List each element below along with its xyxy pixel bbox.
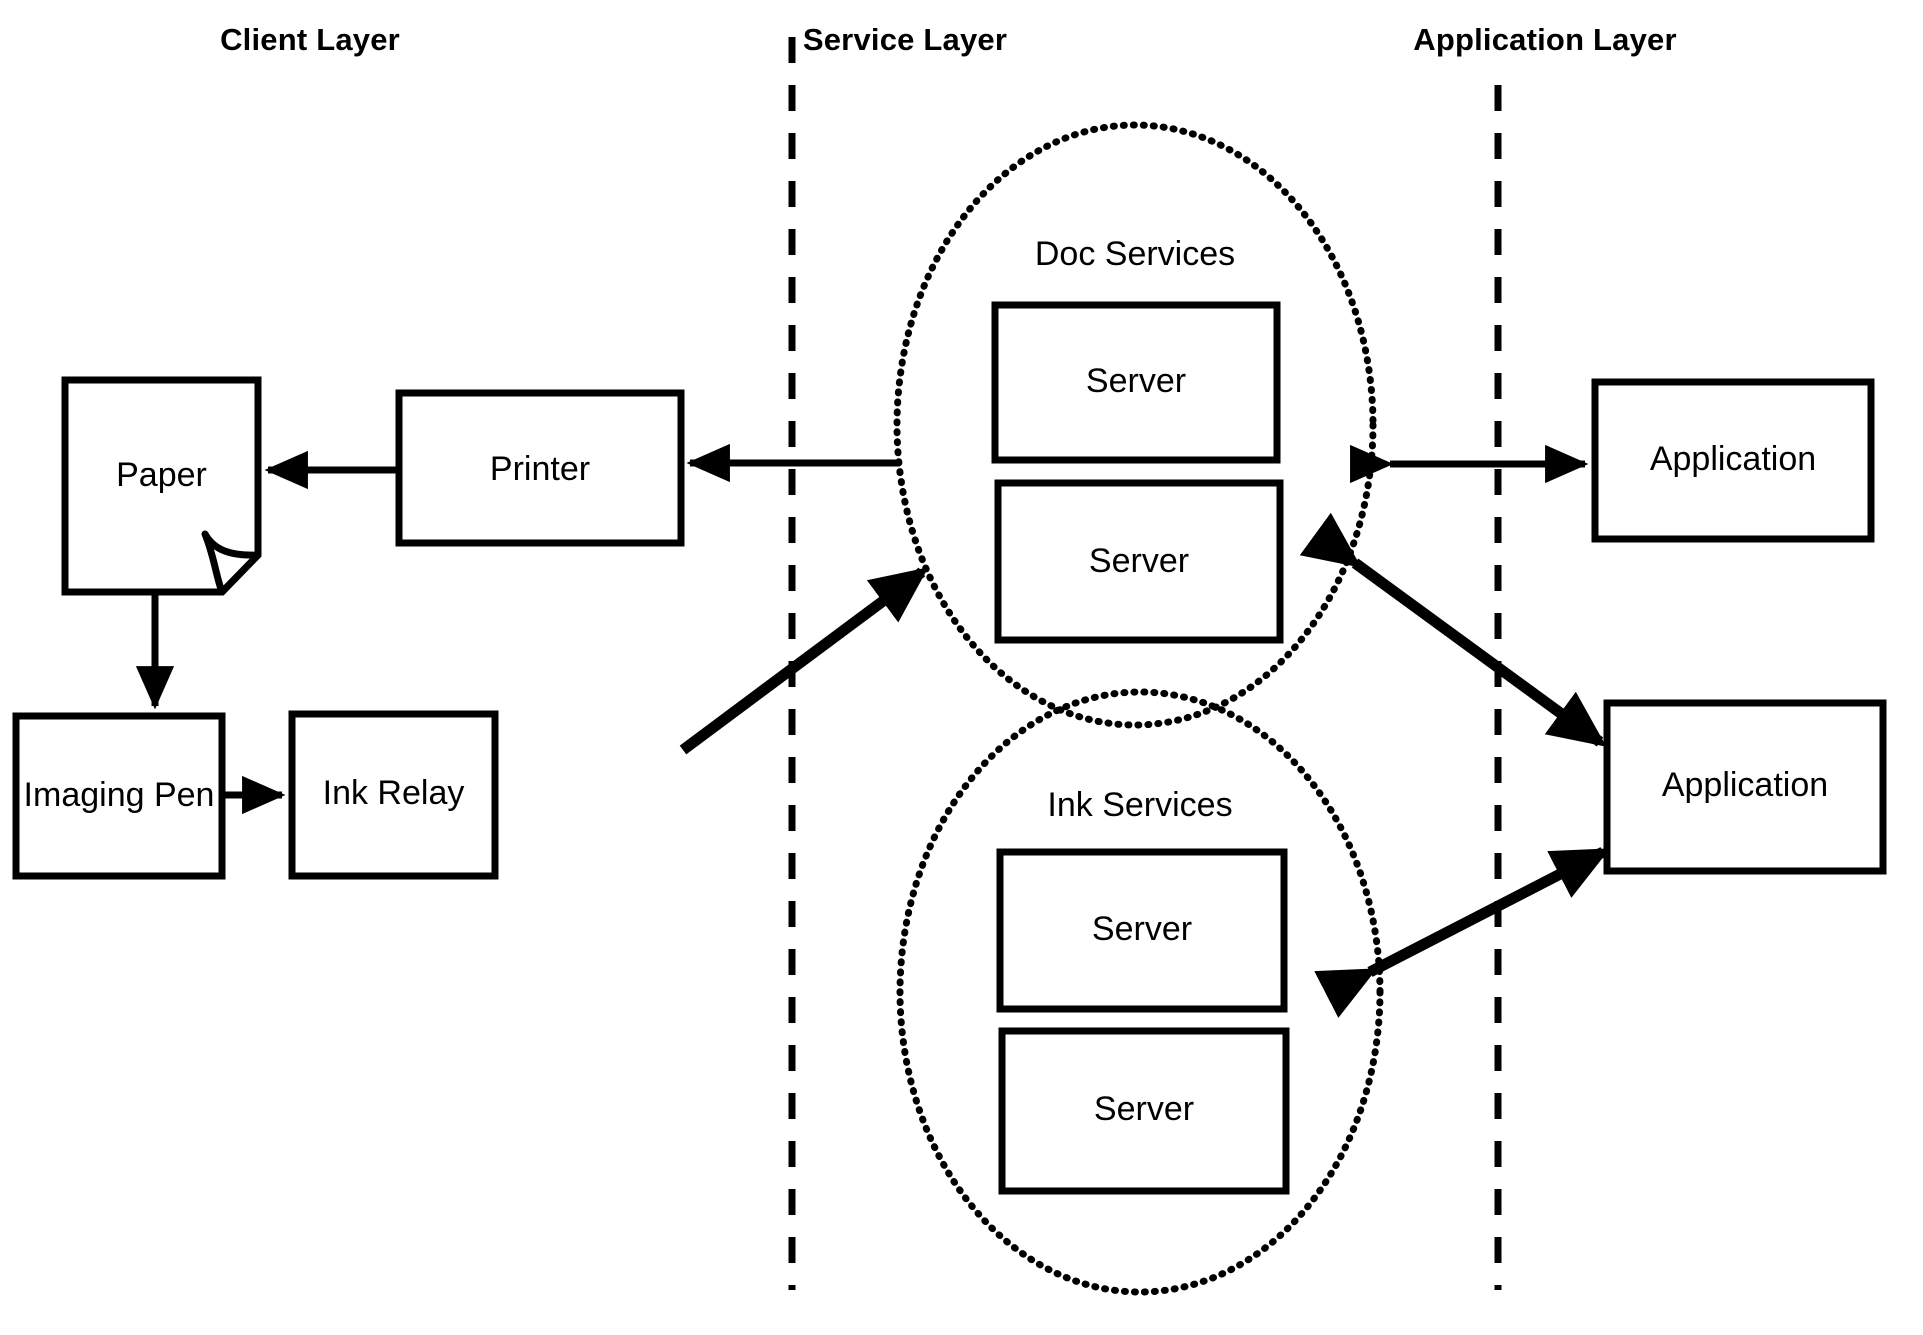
printer-node[interactable] [399, 393, 681, 543]
doc-server-2-node[interactable] [998, 483, 1280, 640]
diagram-vector-layer [12, 37, 1887, 1296]
ink-server-1-node[interactable] [1000, 852, 1284, 1009]
doc-server-1-node[interactable] [995, 305, 1277, 460]
application-bottom-node[interactable] [1607, 703, 1883, 871]
doc-services-label: Doc Services [1034, 235, 1236, 273]
diagram-canvas: Client Layer Service Layer Application L… [0, 0, 1923, 1335]
application-top-node[interactable] [1595, 382, 1871, 539]
connection-doc-services-to-application-bottom [1299, 512, 1607, 747]
ink-relay-node[interactable] [292, 714, 495, 876]
paper-node[interactable] [65, 380, 258, 592]
connection-ink-services-to-application-bottom [1314, 847, 1611, 1018]
ink-services-label: Ink Services [1047, 786, 1233, 824]
imaging-pen-node[interactable] [16, 716, 222, 876]
connection-ink-relay-to-doc-services [679, 567, 929, 755]
ink-server-2-node[interactable] [1002, 1031, 1286, 1191]
